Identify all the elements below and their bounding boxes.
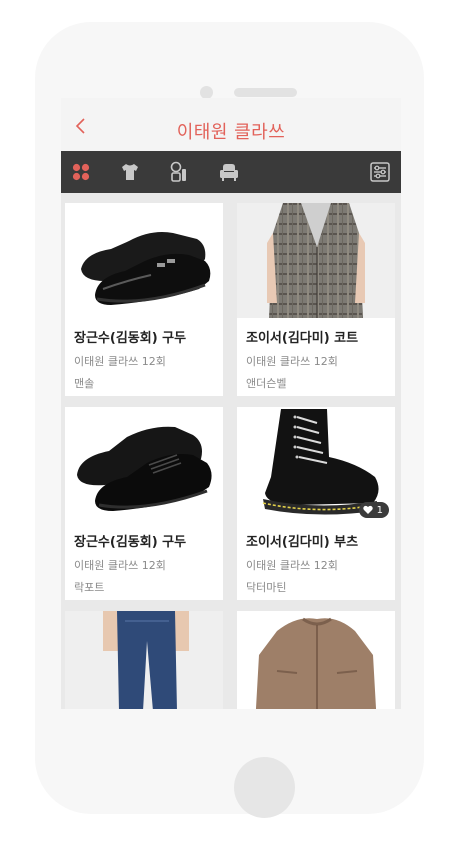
product-brand: 닥터마틴 [246, 581, 287, 594]
tab-all[interactable] [69, 160, 93, 184]
product-card[interactable]: 장근수(김동회) 구두 이태원 클라쓰 12회 맨솔 [65, 203, 223, 396]
app-header: 이태원 클라쓰 [61, 98, 401, 151]
home-button[interactable] [234, 757, 295, 818]
tab-filter[interactable] [368, 160, 392, 184]
armchair-icon [220, 164, 238, 181]
speaker-slot [234, 88, 297, 97]
product-card[interactable]: 조이서(김다미) 코트 이태원 클라쓰 12회 앤더슨벨 [237, 203, 395, 396]
product-image-jeans [65, 611, 223, 709]
product-card[interactable] [65, 611, 223, 709]
sliders-icon [370, 162, 390, 182]
grid-dots-icon [72, 163, 90, 181]
category-tab-bar [61, 151, 401, 193]
product-name: 조이서(김다미) 코트 [246, 331, 359, 346]
product-image-monk-shoes [65, 203, 223, 318]
product-episode: 이태원 클라쓰 12회 [246, 559, 338, 572]
product-episode: 이태원 클라쓰 12회 [246, 355, 338, 368]
product-name: 조이서(김다미) 부츠 [246, 535, 359, 550]
product-brand: 락포트 [74, 581, 105, 594]
tshirt-icon [122, 164, 138, 180]
tab-furniture[interactable] [217, 160, 241, 184]
product-image-oxford-shoes [65, 407, 223, 522]
product-brand: 맨솔 [74, 377, 95, 390]
heart-icon [362, 505, 373, 514]
product-episode: 이태원 클라쓰 12회 [74, 559, 166, 572]
product-card[interactable]: 1 조이서(김다미) 부츠 이태원 클라쓰 12회 닥터마틴 [237, 407, 395, 600]
product-name: 장근수(김동회) 구두 [74, 535, 187, 550]
cosmetics-icon [170, 161, 186, 182]
like-count: 1 [376, 504, 383, 516]
product-image-suede-jacket [237, 611, 395, 709]
product-name: 장근수(김동회) 구두 [74, 331, 187, 346]
product-image-coat [237, 203, 395, 318]
like-count-badge: 1 [358, 502, 389, 518]
tab-tops[interactable] [118, 160, 142, 184]
tab-beauty[interactable] [167, 160, 191, 184]
page-title: 이태원 클라쓰 [176, 122, 286, 143]
product-image-boots: 1 [237, 407, 395, 522]
app-screen: 이태원 클라쓰 장근수(김동회) 구두 이태원 클라쓰 12회 맨솔 조이서(김… [61, 98, 401, 709]
product-brand: 앤더슨벨 [246, 377, 287, 390]
product-episode: 이태원 클라쓰 12회 [74, 355, 166, 368]
product-card[interactable]: 장근수(김동회) 구두 이태원 클라쓰 12회 락포트 [65, 407, 223, 600]
product-card[interactable] [237, 611, 395, 709]
